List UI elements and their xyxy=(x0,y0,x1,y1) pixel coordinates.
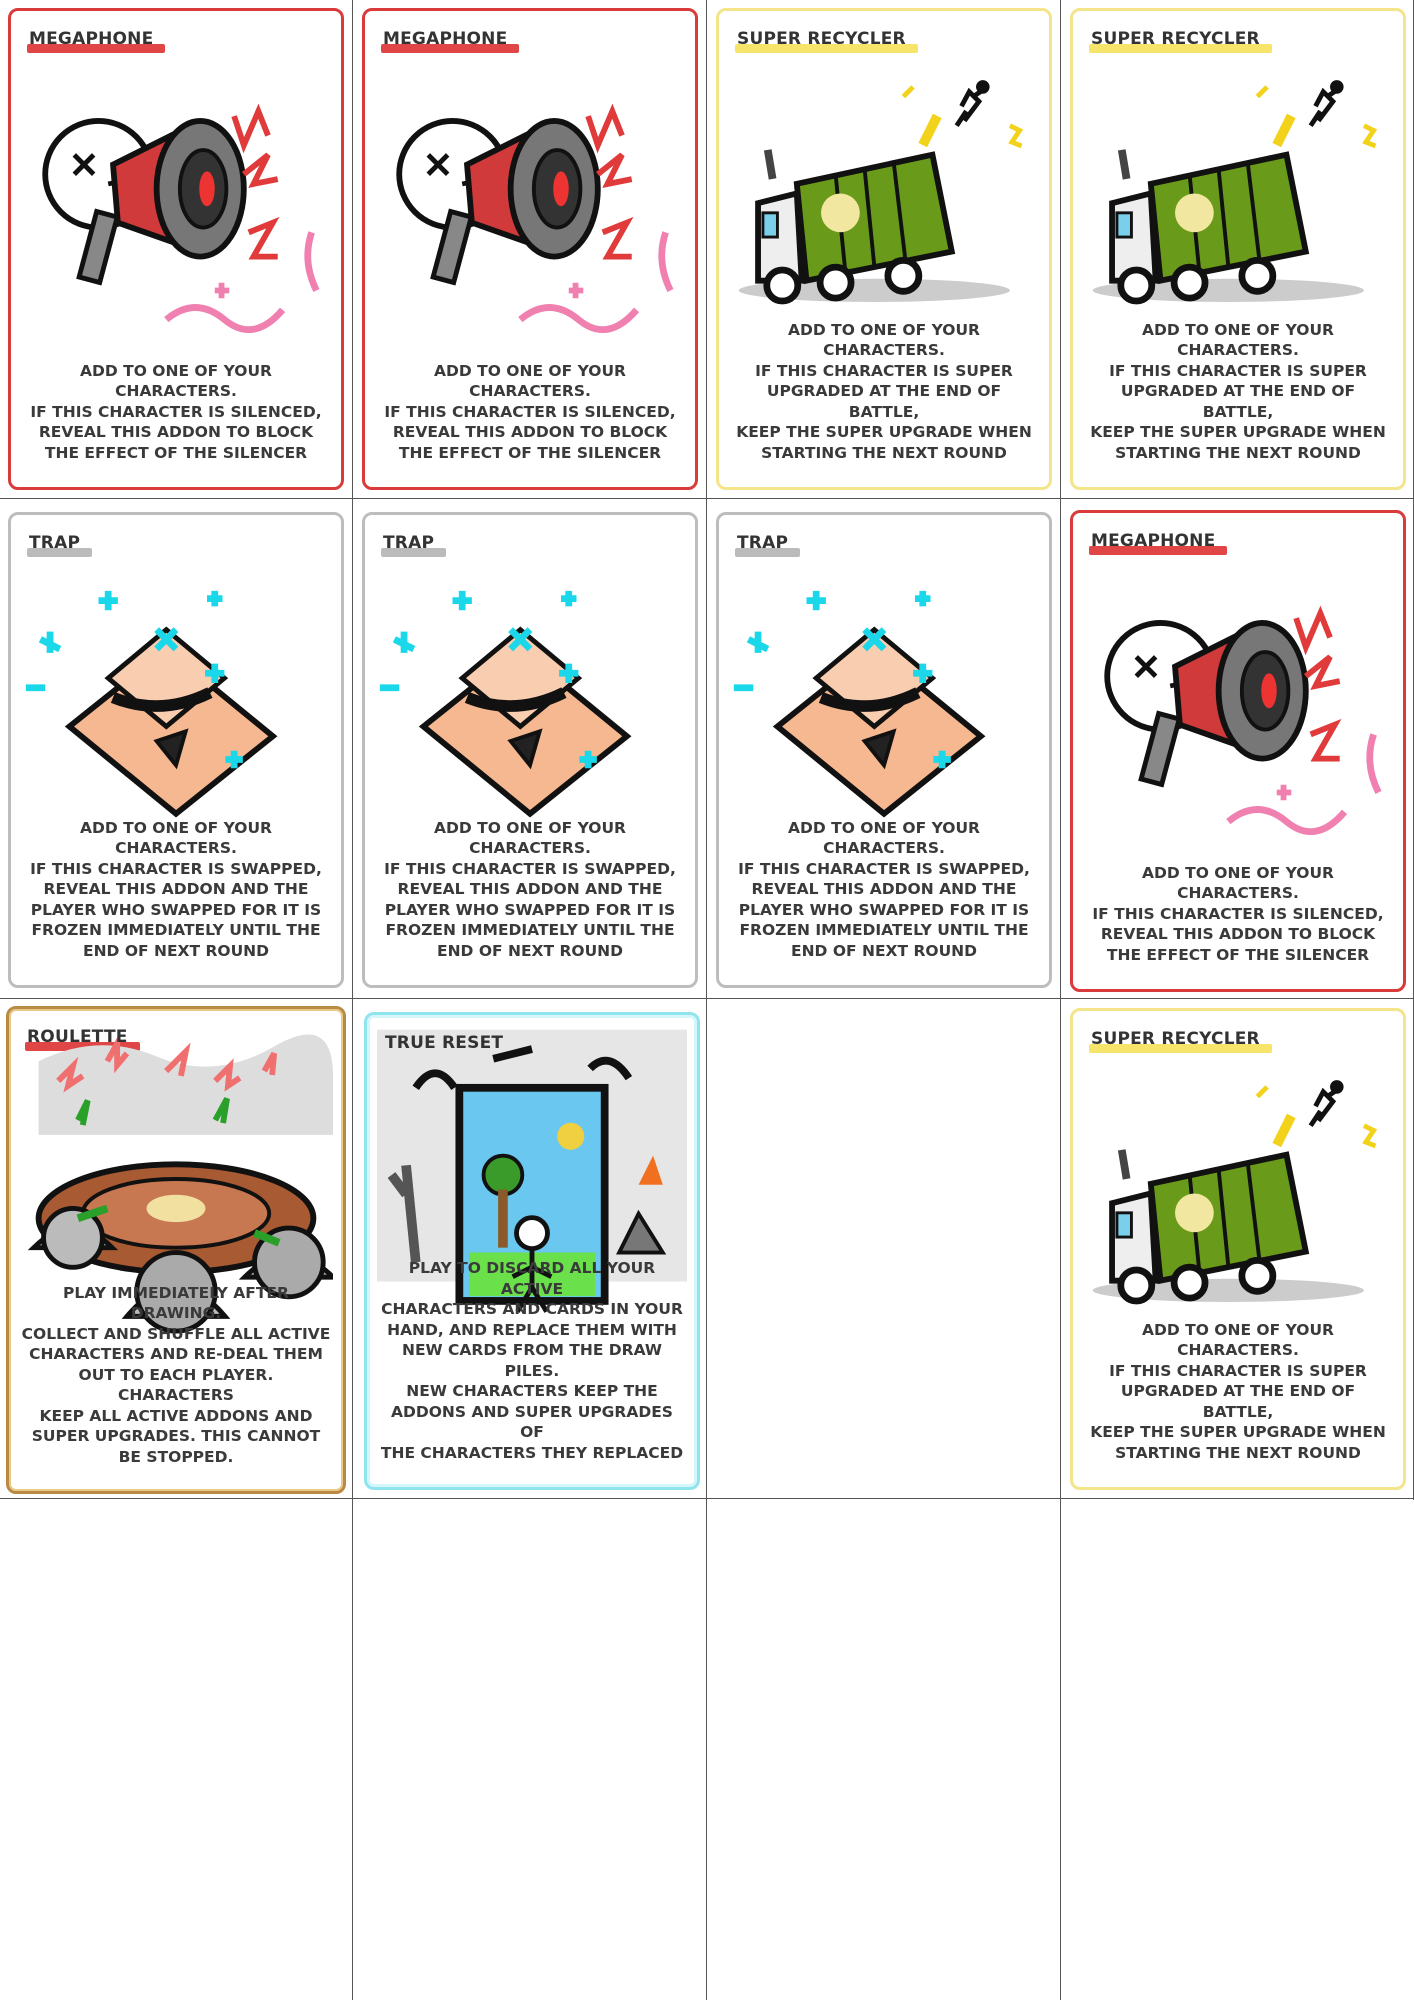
megaphone-icon xyxy=(1083,565,1393,865)
card-title: SUPER RECYCLER xyxy=(1089,29,1272,53)
card-trap[interactable]: TRAP ADD TO ONE OF YOUR CHARACTERS. IF T… xyxy=(362,512,698,988)
cut-line-vertical-2 xyxy=(706,0,707,2000)
card-description: ADD TO ONE OF YOUR CHARACTERS. IF THIS C… xyxy=(30,361,322,462)
garbage-truck-icon xyxy=(1083,63,1393,353)
cut-line-horizontal-3 xyxy=(0,1498,1414,1499)
garbage-truck-icon xyxy=(729,63,1039,353)
card-title: TRUE RESET xyxy=(383,1033,516,1057)
mousetrap-icon xyxy=(729,567,1039,857)
card-title: MEGAPHONE xyxy=(1089,531,1228,555)
card-megaphone[interactable]: MEGAPHONE ADD TO ONE OF YOUR CHARACTERS.… xyxy=(8,8,344,490)
card-super-recycler[interactable]: SUPER RECYCLER ADD TO ONE OF YOUR CHARAC… xyxy=(716,8,1052,490)
card-description: PLAY IMMEDIATELY AFTER DRAWING. COLLECT … xyxy=(21,1283,331,1466)
card-description: PLAY TO DISCARD ALL YOUR ACTIVE CHARACTE… xyxy=(380,1259,684,1462)
cut-line-horizontal-2 xyxy=(0,998,1414,999)
card-description: ADD TO ONE OF YOUR CHARACTERS. IF THIS C… xyxy=(1092,863,1384,964)
card-description: ADD TO ONE OF YOUR CHARACTERS. IF THIS C… xyxy=(1090,1320,1386,1462)
card-roulette[interactable]: ROULETTE PLAY IMMEDIATELY AFTER DRAWING.… xyxy=(6,1006,346,1494)
card-megaphone[interactable]: MEGAPHONE ADD TO ONE OF YOUR CHARACTERS.… xyxy=(362,8,698,490)
card-title: TRAP xyxy=(381,533,447,557)
mousetrap-icon xyxy=(375,567,685,857)
megaphone-icon xyxy=(21,63,331,363)
card-title: TRAP xyxy=(735,533,801,557)
card-megaphone[interactable]: MEGAPHONE ADD TO ONE OF YOUR CHARACTERS.… xyxy=(1070,510,1406,992)
card-title: MEGAPHONE xyxy=(27,29,166,53)
card-description: ADD TO ONE OF YOUR CHARACTERS. IF THIS C… xyxy=(30,818,322,960)
card-super-recycler[interactable]: SUPER RECYCLER ADD TO ONE OF YOUR CHARAC… xyxy=(1070,8,1406,490)
card-title: TRAP xyxy=(27,533,93,557)
cut-line-vertical-1 xyxy=(352,0,353,2000)
card-description: ADD TO ONE OF YOUR CHARACTERS. IF THIS C… xyxy=(736,320,1032,462)
card-true-reset[interactable]: TRUE RESET PLAY TO DISCARD ALL YOUR ACTI… xyxy=(364,1012,700,1490)
card-trap[interactable]: TRAP ADD TO ONE OF YOUR CHARACTERS. IF T… xyxy=(716,512,1052,988)
card-title: SUPER RECYCLER xyxy=(735,29,918,53)
garbage-truck-icon xyxy=(1083,1063,1393,1353)
mousetrap-icon xyxy=(21,567,331,857)
card-description: ADD TO ONE OF YOUR CHARACTERS. IF THIS C… xyxy=(1090,320,1386,462)
cut-line-vertical-3 xyxy=(1060,0,1061,2000)
card-title: ROULETTE xyxy=(25,1027,140,1051)
card-description: ADD TO ONE OF YOUR CHARACTERS. IF THIS C… xyxy=(738,818,1030,960)
megaphone-icon xyxy=(375,63,685,363)
card-description: ADD TO ONE OF YOUR CHARACTERS. IF THIS C… xyxy=(384,361,676,462)
card-title: SUPER RECYCLER xyxy=(1089,1029,1272,1053)
card-description: ADD TO ONE OF YOUR CHARACTERS. IF THIS C… xyxy=(384,818,676,960)
card-super-recycler[interactable]: SUPER RECYCLER ADD TO ONE OF YOUR CHARAC… xyxy=(1070,1008,1406,1490)
cut-line-horizontal-1 xyxy=(0,498,1414,499)
card-trap[interactable]: TRAP ADD TO ONE OF YOUR CHARACTERS. IF T… xyxy=(8,512,344,988)
card-title: MEGAPHONE xyxy=(381,29,520,53)
